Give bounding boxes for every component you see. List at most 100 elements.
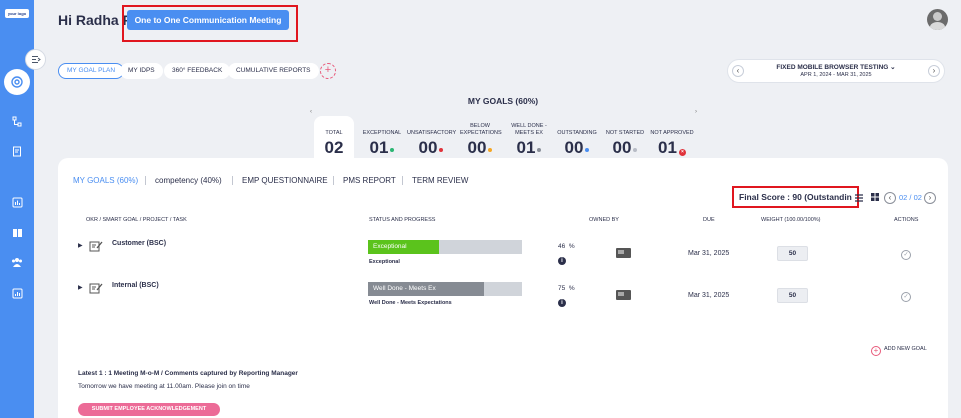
sidebar-item-hierarchy[interactable] xyxy=(7,111,27,131)
tab-cumulative-reports[interactable]: CUMULATIVE REPORTS xyxy=(228,63,319,79)
goal-edit-icon xyxy=(89,283,103,294)
book-icon xyxy=(12,228,22,237)
final-score: Final Score : 90 (Outstanding) xyxy=(739,192,852,202)
col-owned-by-header: OWNED BY xyxy=(589,217,619,223)
not-approved-x-icon: × xyxy=(678,149,686,156)
one-to-one-meeting-button[interactable]: One to One Communication Meeting xyxy=(127,10,289,30)
progress-percent: 75 % xyxy=(558,285,575,292)
add-goal-label: ADD NEW GOAL xyxy=(884,346,927,352)
counter-exceptional[interactable]: EXCEPTIONAL 01 xyxy=(358,116,406,164)
counter-label: OUTSTANDING xyxy=(557,130,597,136)
status-dot xyxy=(390,148,395,152)
period-next-button[interactable]: › xyxy=(928,65,940,77)
weight-value[interactable]: 50 xyxy=(777,246,808,261)
user-avatar[interactable] xyxy=(927,9,948,30)
add-new-goal-button[interactable]: + ADD NEW GOAL xyxy=(871,346,927,356)
plus-icon: + xyxy=(871,346,881,356)
mom-title: Latest 1 : 1 Meeting M-o-M / Comments ca… xyxy=(78,370,298,377)
chart-icon xyxy=(12,197,22,207)
progress-fill: Exceptional xyxy=(368,240,439,254)
tab-separator xyxy=(145,176,146,185)
goal-counters: TOTAL 02 EXCEPTIONAL 01 UNSATISFACTORY 0… xyxy=(314,116,698,164)
goal-name[interactable]: Internal (BSC) xyxy=(112,282,159,289)
submit-acknowledgement-button[interactable]: SUBMIT EMPLOYEE ACKNOWLEDGEMENT xyxy=(78,403,220,416)
edit-doc-icon xyxy=(12,146,21,156)
sidebar-item-team[interactable] xyxy=(7,252,27,272)
app-logo: your logo xyxy=(5,9,29,18)
col-status-header: STATUS AND PROGRESS xyxy=(369,217,436,223)
counter-value: 00 xyxy=(407,138,455,158)
counter-value: 01 xyxy=(505,138,553,158)
tab-my-goal-plan[interactable]: MY GOAL PLAN xyxy=(58,63,125,79)
list-view-icon[interactable] xyxy=(855,194,863,202)
page-next-button[interactable]: › xyxy=(924,192,936,204)
status-label: Exceptional xyxy=(369,259,400,265)
counter-unsatisfactory[interactable]: UNSATISFACTORY 00 xyxy=(407,116,457,164)
expand-row-icon[interactable]: ▶ xyxy=(78,284,83,291)
goal-name[interactable]: Customer (BSC) xyxy=(112,240,166,247)
sidebar-toggle-button[interactable] xyxy=(25,49,46,70)
counter-label: EXCEPTIONAL xyxy=(362,130,402,136)
counter-not-approved[interactable]: NOT APPROVED 01 × xyxy=(647,116,697,164)
due-date: Mar 31, 2025 xyxy=(688,292,730,299)
goal-edit-icon xyxy=(89,241,103,252)
period-dates: APR 1, 2024 - MAR 31, 2025 xyxy=(800,72,872,78)
col-due-header: DUE xyxy=(703,217,715,223)
status-dot xyxy=(439,148,444,152)
page-indicator: 02 / 02 xyxy=(899,193,922,202)
team-icon xyxy=(12,257,22,267)
status-dot xyxy=(537,148,542,152)
scroll-left-icon[interactable]: ‹ xyxy=(310,109,312,115)
period-title[interactable]: FIXED MOBILE BROWSER TESTING ⌄ xyxy=(728,63,944,71)
add-tab-button[interactable]: + xyxy=(320,63,336,79)
counter-below-expectations[interactable]: BELOW EXPECTATIONS 00 xyxy=(456,116,504,164)
action-check-icon[interactable]: ✓ xyxy=(901,292,911,302)
sidebar-item-goals[interactable] xyxy=(4,69,30,95)
period-selector[interactable]: ‹ FIXED MOBILE BROWSER TESTING ⌄ APR 1, … xyxy=(727,59,945,83)
tab-separator xyxy=(402,176,403,185)
action-check-icon[interactable]: ✓ xyxy=(901,250,911,260)
hierarchy-icon xyxy=(12,116,21,126)
scroll-right-icon[interactable]: › xyxy=(695,109,697,115)
counter-value: 01 × xyxy=(647,138,697,158)
counter-value: 00 xyxy=(553,138,601,158)
chevron-down-icon: ⌄ xyxy=(890,64,896,71)
tab-emp-questionnaire[interactable]: EMP QUESTIONNAIRE xyxy=(242,176,328,185)
counter-value: 02 xyxy=(324,138,344,157)
status-dot xyxy=(488,148,493,152)
progress-bar: Exceptional xyxy=(368,240,522,254)
menu-collapse-icon xyxy=(31,56,41,63)
sidebar-item-tasks[interactable] xyxy=(7,141,27,161)
tab-360-feedback[interactable]: 360° FEEDBACK xyxy=(164,63,231,79)
sidebar-item-analytics[interactable] xyxy=(7,283,27,303)
counter-well-done[interactable]: WELL DONE - MEETS EX 01 xyxy=(505,116,553,164)
counter-label: TOTAL xyxy=(325,130,343,136)
tab-competency[interactable]: competency (40%) xyxy=(155,176,222,185)
grid-view-icon[interactable] xyxy=(871,193,879,201)
sidebar-item-reports[interactable] xyxy=(7,192,27,212)
counter-outstanding[interactable]: OUTSTANDING 00 xyxy=(553,116,601,164)
tab-my-idps[interactable]: MY IDPS xyxy=(120,63,163,79)
tab-pms-report[interactable]: PMS REPORT xyxy=(343,176,396,185)
goals-card: MY GOALS (60%) competency (40%) EMP QUES… xyxy=(58,158,948,418)
counter-not-started[interactable]: NOT STARTED 00 xyxy=(601,116,649,164)
status-dot xyxy=(585,148,590,152)
page-prev-button[interactable]: ‹ xyxy=(884,192,896,204)
counter-label: WELL DONE - MEETS EX xyxy=(511,123,547,136)
tab-my-goals[interactable]: MY GOALS (60%) xyxy=(73,176,138,185)
col-goal-header: OKR / SMART GOAL / PROJECT / TASK xyxy=(86,217,187,223)
expand-row-icon[interactable]: ▶ xyxy=(78,242,83,249)
sidebar-item-library[interactable] xyxy=(7,222,27,242)
info-icon[interactable]: i xyxy=(558,257,566,265)
counter-label: UNSATISFACTORY xyxy=(407,130,457,136)
status-label: Well Done - Meets Expectations xyxy=(369,300,452,306)
tab-term-review[interactable]: TERM REVIEW xyxy=(412,176,468,185)
col-actions-header: ACTIONS xyxy=(894,217,919,223)
counter-label: NOT STARTED xyxy=(605,130,645,136)
owner-avatar xyxy=(616,248,631,258)
counter-value: 00 xyxy=(456,138,504,158)
info-icon[interactable]: i xyxy=(558,299,566,307)
due-date: Mar 31, 2025 xyxy=(688,250,730,257)
weight-value[interactable]: 50 xyxy=(777,288,808,303)
counter-total[interactable]: TOTAL 02 xyxy=(314,116,354,164)
